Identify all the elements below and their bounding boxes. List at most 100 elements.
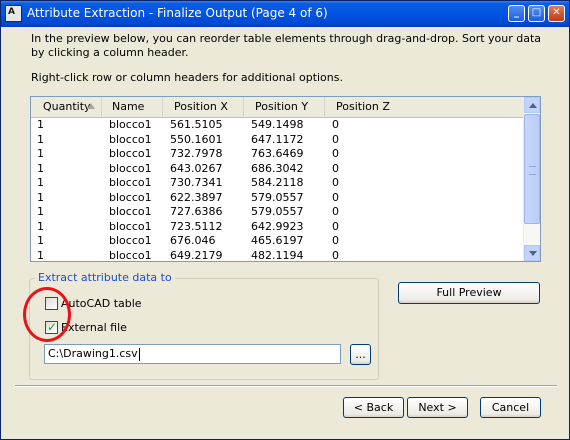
external-file-label[interactable]: External file xyxy=(61,321,127,334)
name-cell: blocco1 xyxy=(109,234,152,247)
quantity-cell: 1 xyxy=(37,219,44,233)
extract-options-legend: Extract attribute data to xyxy=(35,271,175,284)
back-button[interactable]: < Back xyxy=(343,397,404,418)
position-y-cell: 465.6197 xyxy=(251,234,304,247)
quantity-cell: 1 xyxy=(37,190,44,204)
file-path-input[interactable]: C:\Drawing1.csv xyxy=(44,344,341,364)
maximize-button[interactable]: □ xyxy=(528,5,545,22)
arrow-up-icon xyxy=(529,103,537,108)
position-x-cell: 723.5112 xyxy=(170,219,223,233)
button-separator xyxy=(15,385,557,387)
grip-icon xyxy=(529,166,536,175)
name-cell: blocco1 xyxy=(109,161,152,175)
quantity-cell: 1 xyxy=(37,248,44,262)
column-header-label: Quantity xyxy=(43,100,91,113)
name-cell: blocco1 xyxy=(109,132,152,146)
position-z-cell: 0 xyxy=(332,219,339,233)
position-y-cell: 763.6469 xyxy=(251,147,304,160)
name-cell: blocco1 xyxy=(109,248,152,262)
position-x-cell: 732.7978 xyxy=(170,147,223,160)
position-x-cell: 649.2179 xyxy=(170,248,223,262)
autocad-icon: A xyxy=(5,5,22,22)
window-title: Attribute Extraction - Finalize Output (… xyxy=(27,6,328,20)
position-x-cell: 550.1601 xyxy=(170,132,223,146)
intro-text: In the preview below, you can reorder ta… xyxy=(31,32,542,59)
position-x-cell: 643.0267 xyxy=(170,161,223,175)
position-y-cell: 686.3042 xyxy=(251,161,304,175)
position-x-cell: 561.5105 xyxy=(170,118,223,131)
table-row[interactable]: 1 blocco1 727.6386 579.0557 0 xyxy=(31,205,526,220)
position-z-cell: 0 xyxy=(332,118,339,131)
position-x-cell: 622.3897 xyxy=(170,190,223,204)
table-row[interactable]: 1 blocco1 723.5112 642.9923 0 xyxy=(31,220,526,235)
position-y-cell: 579.0557 xyxy=(251,190,304,204)
scroll-thumb[interactable] xyxy=(524,114,540,224)
quantity-cell: 1 xyxy=(37,176,44,189)
table-header: Quantity Name Position X Position Y Posi… xyxy=(31,97,526,118)
column-header-label: Position X xyxy=(174,100,228,113)
position-y-cell: 584.2118 xyxy=(251,176,304,189)
name-cell: blocco1 xyxy=(109,176,152,189)
minimize-icon: _ xyxy=(514,7,519,18)
position-z-cell: 0 xyxy=(332,132,339,146)
quantity-cell: 1 xyxy=(37,147,44,160)
preview-table[interactable]: Quantity Name Position X Position Y Posi… xyxy=(30,96,541,262)
column-header-position-x[interactable]: Position X xyxy=(163,97,244,116)
hint-text: Right-click row or column headers for ad… xyxy=(31,71,343,84)
position-x-cell: 676.046 xyxy=(170,234,216,247)
arrow-down-icon xyxy=(529,251,537,256)
name-cell: blocco1 xyxy=(109,205,152,218)
table-row[interactable]: 1 blocco1 730.7341 584.2118 0 xyxy=(31,176,526,191)
table-row[interactable]: 1 blocco1 561.5105 549.1498 0 xyxy=(31,118,526,133)
file-path-value: C:\Drawing1.csv xyxy=(48,347,138,360)
quantity-cell: 1 xyxy=(37,205,44,218)
table-row[interactable]: 1 blocco1 550.1601 647.1172 0 xyxy=(31,133,526,148)
close-icon: ✕ xyxy=(552,7,561,18)
next-button[interactable]: Next > xyxy=(407,397,468,418)
full-preview-button[interactable]: Full Preview xyxy=(398,282,540,304)
cancel-button[interactable]: Cancel xyxy=(480,397,541,418)
column-header-quantity[interactable]: Quantity xyxy=(31,97,102,116)
position-y-cell: 642.9923 xyxy=(251,219,304,233)
vertical-scrollbar[interactable] xyxy=(523,97,540,261)
quantity-cell: 1 xyxy=(37,161,44,175)
name-cell: blocco1 xyxy=(109,190,152,204)
minimize-button[interactable]: _ xyxy=(508,5,525,22)
table-row[interactable]: 1 blocco1 622.3897 579.0557 0 xyxy=(31,191,526,206)
name-cell: blocco1 xyxy=(109,118,152,131)
name-cell: blocco1 xyxy=(109,147,152,160)
position-z-cell: 0 xyxy=(332,161,339,175)
autocad-table-checkbox[interactable] xyxy=(45,297,58,310)
position-y-cell: 647.1172 xyxy=(251,132,304,146)
sort-ascending-icon xyxy=(87,103,95,109)
title-bar[interactable]: A Attribute Extraction - Finalize Output… xyxy=(1,1,569,27)
table-row[interactable]: 1 blocco1 649.2179 482.1194 0 xyxy=(31,248,526,262)
position-z-cell: 0 xyxy=(332,248,339,262)
table-row[interactable]: 1 blocco1 676.046 465.6197 0 xyxy=(31,234,526,249)
position-z-cell: 0 xyxy=(332,234,339,247)
position-z-cell: 0 xyxy=(332,190,339,204)
column-header-position-z[interactable]: Position Z xyxy=(325,97,526,116)
scroll-down-button[interactable] xyxy=(524,245,540,261)
close-button[interactable]: ✕ xyxy=(548,5,565,22)
position-y-cell: 579.0557 xyxy=(251,205,304,218)
attribute-extraction-dialog: A Attribute Extraction - Finalize Output… xyxy=(0,0,570,440)
column-header-label: Name xyxy=(112,100,145,113)
column-header-label: Position Y xyxy=(255,100,309,113)
scroll-up-button[interactable] xyxy=(524,97,540,113)
external-file-checkbox[interactable]: ✓ xyxy=(45,320,58,334)
quantity-cell: 1 xyxy=(37,132,44,146)
table-row[interactable]: 1 blocco1 732.7978 763.6469 0 xyxy=(31,147,526,162)
column-header-position-y[interactable]: Position Y xyxy=(244,97,325,116)
position-y-cell: 482.1194 xyxy=(251,248,304,262)
position-z-cell: 0 xyxy=(332,205,339,218)
browse-button[interactable]: ... xyxy=(350,344,371,365)
app-icon-glyph: A xyxy=(8,7,15,17)
table-row[interactable]: 1 blocco1 643.0267 686.3042 0 xyxy=(31,162,526,177)
autocad-table-label[interactable]: AutoCAD table xyxy=(61,297,142,310)
column-header-name[interactable]: Name xyxy=(102,97,163,116)
quantity-cell: 1 xyxy=(37,234,44,247)
name-cell: blocco1 xyxy=(109,219,152,233)
position-y-cell: 549.1498 xyxy=(251,118,304,131)
position-z-cell: 0 xyxy=(332,176,339,189)
